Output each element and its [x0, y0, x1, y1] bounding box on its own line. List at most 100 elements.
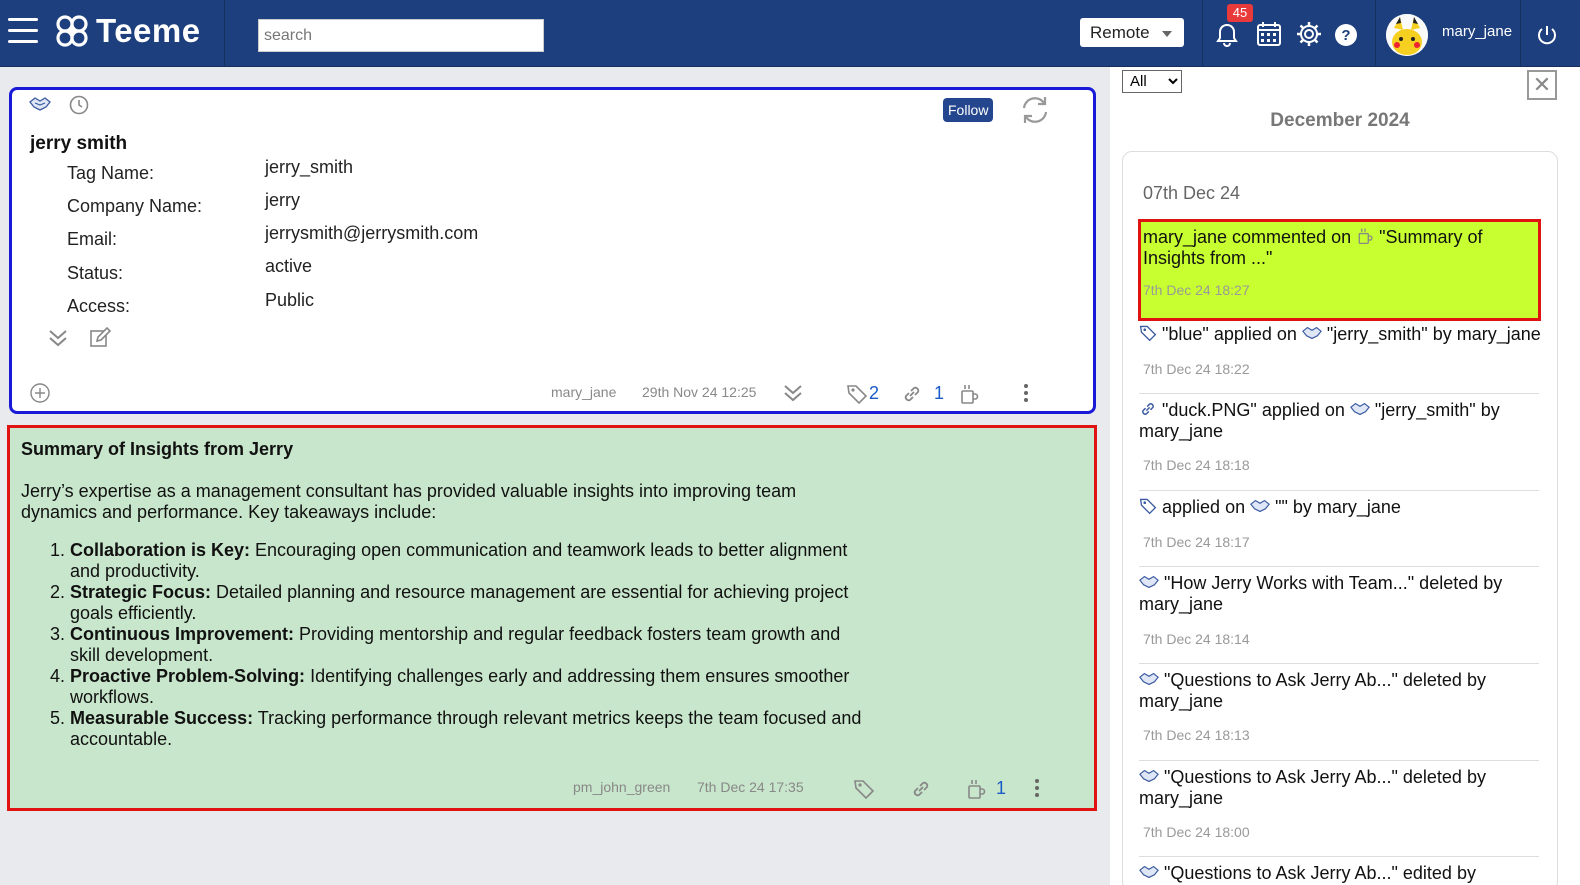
- field-label: Company Name:: [67, 196, 203, 216]
- author-label: mary_jane: [551, 384, 617, 400]
- activity-text: "Questions to Ask Jerry Ab..." deleted b…: [1139, 767, 1486, 808]
- list-item: Strategic Focus: Detailed planning and r…: [70, 582, 870, 624]
- divider: [1139, 663, 1539, 664]
- history-clock-icon[interactable]: [68, 94, 90, 116]
- item-heading: Continuous Improvement:: [70, 624, 294, 644]
- handshake-icon: [29, 97, 51, 111]
- app-logo[interactable]: Teeme: [54, 12, 201, 50]
- close-button[interactable]: ✕: [1527, 70, 1557, 100]
- activity-item[interactable]: "How Jerry Works with Team..." deleted b…: [1139, 573, 1541, 615]
- menu-icon[interactable]: [8, 18, 38, 46]
- activity-text: "" by mary_jane: [1270, 497, 1401, 517]
- activity-item[interactable]: "blue" applied on "jerry_smith" by mary_…: [1139, 324, 1541, 345]
- link-icon[interactable]: [910, 778, 932, 800]
- logo-text: Teeme: [96, 12, 201, 49]
- expand-double-chevron-icon[interactable]: [782, 382, 804, 404]
- mode-dropdown-label: Remote: [1090, 23, 1150, 42]
- activity-time: 7th Dec 24 18:27: [1143, 282, 1250, 298]
- tag-name-value: jerry_smith: [265, 157, 354, 177]
- link-icon[interactable]: [901, 383, 923, 405]
- activity-text: "jerry_smith" by mary_jane: [1321, 324, 1541, 344]
- divider: [1139, 490, 1539, 491]
- item-heading: Strategic Focus:: [70, 582, 212, 602]
- list-item: Measurable Success: Tracking performance…: [70, 708, 870, 750]
- activity-item[interactable]: "Questions to Ask Jerry Ab..." deleted b…: [1139, 670, 1541, 712]
- divider: [1520, 0, 1521, 67]
- activity-text: "Questions to Ask Jerry Ab..." edited by: [1164, 863, 1476, 883]
- follow-button[interactable]: Follow: [943, 98, 994, 122]
- activity-item[interactable]: applied on "" by mary_jane: [1139, 497, 1541, 518]
- refresh-icon[interactable]: [1019, 95, 1051, 125]
- comment-cup-icon[interactable]: [965, 778, 987, 800]
- add-circle-icon[interactable]: [29, 382, 51, 404]
- activity-feed: 07th Dec 24 mary_jane commented on "Summ…: [1122, 151, 1558, 885]
- mode-dropdown[interactable]: Remote: [1080, 18, 1184, 47]
- handshake-icon: [1139, 575, 1159, 589]
- tag-count[interactable]: 2: [869, 383, 879, 404]
- comment-cup-icon[interactable]: [958, 383, 980, 405]
- note-card: Summary of Insights from Jerry Jerry’s e…: [7, 425, 1097, 811]
- edit-icon[interactable]: [89, 327, 111, 349]
- list-item: Proactive Problem-Solving: Identifying c…: [70, 666, 870, 708]
- tag-icon: [1139, 498, 1157, 515]
- username-label[interactable]: mary_jane: [1442, 23, 1512, 40]
- tag-icon[interactable]: [853, 778, 875, 800]
- note-title: Summary of Insights from Jerry: [21, 439, 294, 459]
- expand-double-chevron-icon[interactable]: [47, 327, 69, 349]
- activity-time: 7th Dec 24 18:18: [1143, 457, 1250, 473]
- gear-icon[interactable]: [1295, 20, 1323, 48]
- divider: [1139, 566, 1539, 567]
- caret-down-icon: [1162, 31, 1172, 37]
- divider: [1139, 856, 1539, 857]
- handshake-icon: [1139, 672, 1159, 686]
- timestamp-label: 29th Nov 24 12:25: [642, 384, 757, 400]
- item-heading: Measurable Success:: [70, 708, 254, 728]
- comment-cup-icon: [1358, 228, 1373, 245]
- email-value: jerrysmith@jerrysmith.com: [265, 223, 479, 243]
- handshake-icon: [1301, 326, 1322, 340]
- author-label: pm_john_green: [573, 779, 671, 795]
- field-label: Email:: [67, 229, 118, 249]
- list-item: Collaboration is Key: Encouraging open c…: [70, 540, 870, 582]
- activity-time: 7th Dec 24 18:00: [1143, 824, 1250, 840]
- handshake-icon: [1349, 402, 1370, 416]
- tag-icon[interactable]: [846, 383, 868, 405]
- timestamp-label: 7th Dec 24 17:35: [697, 779, 804, 795]
- divider: [1375, 0, 1376, 67]
- note-intro: Jerry’s expertise as a management consul…: [21, 481, 797, 522]
- field-label: Status:: [67, 263, 124, 283]
- item-heading: Proactive Problem-Solving:: [70, 666, 306, 686]
- calendar-icon[interactable]: [1255, 20, 1283, 48]
- activity-time: 7th Dec 24 18:22: [1143, 361, 1250, 377]
- user-avatar-icon: [1386, 14, 1428, 56]
- activity-panel: All ✕ December 2024 07th Dec 24 mary_jan…: [1110, 67, 1580, 885]
- activity-time: 7th Dec 24 18:17: [1143, 534, 1250, 550]
- search-input[interactable]: [258, 19, 544, 52]
- activity-item[interactable]: "duck.PNG" applied on "jerry_smith" by m…: [1139, 400, 1541, 442]
- more-options-icon[interactable]: [1026, 777, 1048, 799]
- activity-item[interactable]: "Questions to Ask Jerry Ab..." deleted b…: [1139, 767, 1541, 809]
- month-heading: December 2024: [1270, 110, 1410, 131]
- list-item: Continuous Improvement: Providing mentor…: [70, 624, 870, 666]
- activity-item[interactable]: mary_jane commented on "Summary of Insig…: [1138, 219, 1541, 321]
- comment-count[interactable]: 1: [996, 778, 1006, 799]
- more-options-icon[interactable]: [1015, 382, 1037, 404]
- activity-text: "Questions to Ask Jerry Ab..." deleted b…: [1139, 670, 1486, 711]
- activity-filter-select[interactable]: All: [1122, 70, 1182, 93]
- power-icon[interactable]: [1536, 24, 1558, 46]
- tag-icon: [1139, 325, 1157, 342]
- activity-time: 7th Dec 24 18:13: [1143, 727, 1250, 743]
- link-icon: [1142, 403, 1154, 415]
- divider: [1139, 760, 1539, 761]
- avatar[interactable]: [1386, 14, 1428, 56]
- divider: [1202, 0, 1203, 67]
- activity-item[interactable]: "Questions to Ask Jerry Ab..." edited by: [1139, 863, 1541, 884]
- help-icon[interactable]: ?: [1334, 23, 1358, 47]
- item-heading: Collaboration is Key:: [70, 540, 251, 560]
- profile-card: Follow jerry smith Tag Name: jerry_smith…: [9, 87, 1096, 414]
- day-heading: 07th Dec 24: [1143, 183, 1241, 203]
- divider: [224, 0, 225, 67]
- link-count[interactable]: 1: [934, 383, 944, 404]
- handshake-icon: [1139, 865, 1159, 879]
- bell-icon[interactable]: [1213, 21, 1241, 49]
